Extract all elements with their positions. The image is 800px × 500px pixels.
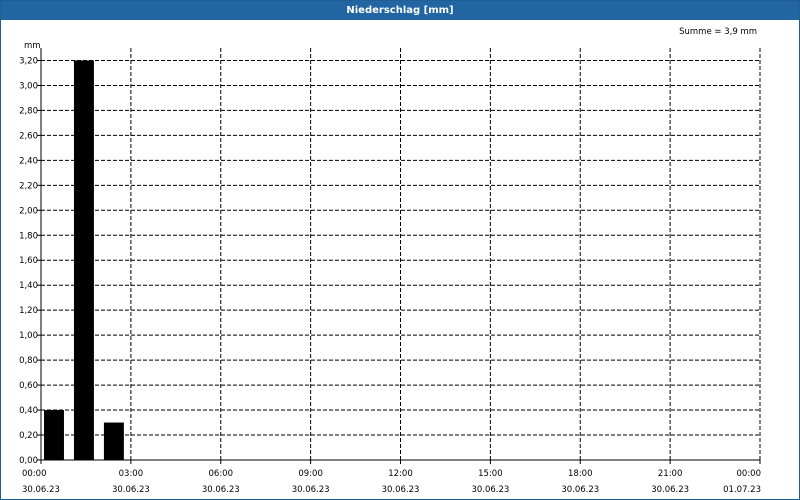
y-tick-label: 1,40 (19, 281, 38, 291)
y-tick-label: 3,20 (19, 56, 38, 66)
x-tick-time: 00:00 (737, 469, 762, 479)
x-tick-time: 06:00 (209, 469, 234, 479)
y-tick-label: 0,60 (19, 381, 38, 391)
y-tick-label: 0,80 (19, 356, 38, 366)
bar (44, 410, 64, 460)
x-tick-date: 30.06.23 (561, 485, 599, 495)
y-tick-label: 1,80 (19, 231, 38, 241)
x-tick-time: 03:00 (119, 469, 144, 479)
x-tick-date: 01.07.23 (723, 485, 761, 495)
grid-lines (41, 48, 761, 460)
y-tick-label: 0,00 (19, 456, 38, 466)
x-tick-date: 30.06.23 (651, 485, 689, 495)
y-tick-label: 2,40 (19, 156, 38, 166)
y-tick-label: 2,60 (19, 131, 38, 141)
y-tick-labels: 0,00 0,20 0,40 0,60 0,80 1,00 1,20 1,40 1,60 1,80… (19, 56, 38, 466)
x-tick-labels: 00:00 30.06.23 03:00 30.06.23 06:00 30.06.23 0… (22, 469, 761, 495)
y-tick-label: 1,00 (19, 331, 38, 341)
bar (73, 60, 94, 460)
x-tick-time: 00:00 (22, 469, 47, 479)
y-axis-unit: mm (24, 41, 41, 51)
x-tick-time: 09:00 (298, 469, 323, 479)
y-tick-label: 1,60 (19, 256, 38, 266)
y-tick-label: 0,40 (19, 406, 38, 416)
x-tick-date: 30.06.23 (202, 485, 240, 495)
y-tick-label: 3,00 (19, 81, 38, 91)
y-tick-label: 1,20 (19, 306, 38, 316)
precipitation-chart: Summe = 3,9 mm mm 0,00 0,20 0,40 0,60 0,80 1,… (19, 27, 761, 495)
sum-label: Summe = 3,9 mm (679, 27, 757, 37)
x-tick-time: 18:00 (568, 469, 593, 479)
x-tick-time: 21:00 (658, 469, 683, 479)
x-tick-date: 30.06.23 (382, 485, 420, 495)
x-tick-date: 30.06.23 (22, 485, 60, 495)
y-tick-label: 2,20 (19, 181, 38, 191)
x-tick-time: 15:00 (478, 469, 503, 479)
x-tick-time: 12:00 (388, 469, 413, 479)
y-tick-label: 0,20 (19, 431, 38, 441)
x-tick-date: 30.06.23 (471, 485, 509, 495)
bar (103, 422, 124, 460)
x-tick-date: 30.06.23 (292, 485, 330, 495)
y-tick-label: 2,00 (19, 206, 38, 216)
x-tick-date: 30.06.23 (112, 485, 150, 495)
y-tick-label: 2,80 (19, 106, 38, 116)
